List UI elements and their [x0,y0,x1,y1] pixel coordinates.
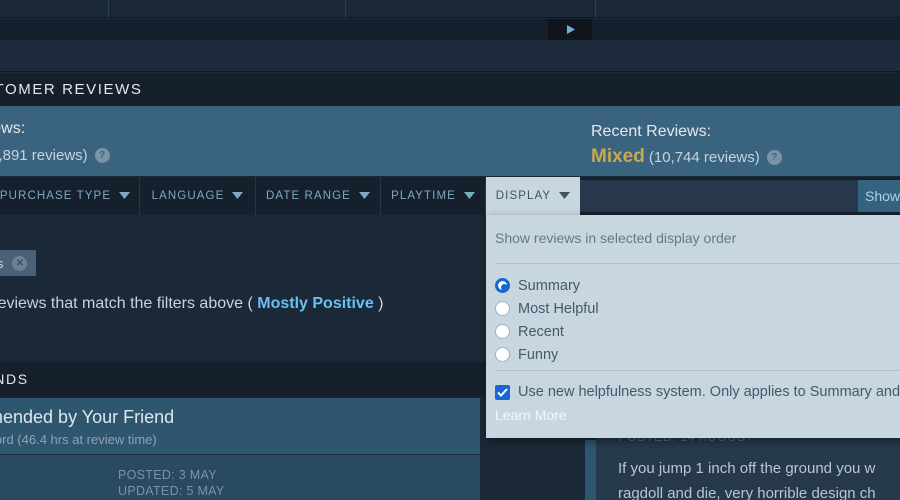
show-button-label: Show [865,188,900,204]
recent-reviews-value-row: Mixed (10,744 reviews)? [591,146,900,168]
friend-posted-date: POSTED: 3 MAY [118,468,217,482]
friend-review-card: commended by Your Friend n record (46.4 … [0,398,480,454]
recent-reviews-summary: Recent Reviews: Mixed (10,744 reviews)? [578,108,900,176]
radio-button-selected[interactable] [495,278,510,293]
tab-label: PURCHASE TYPE [0,190,112,202]
tab-label: DATE RANGE [266,190,351,202]
filter-tag-your-languages[interactable]: uages ✕ [0,250,37,276]
radio-label: Recent [518,323,564,340]
media-toolbar-row [0,19,900,40]
column-divider [595,0,596,18]
radio-option-recent[interactable]: Recent [495,320,599,343]
helpfulness-checkbox-label: Use new helpfulness system. Only applies… [518,384,900,400]
steam-reviews-page: CUSTOMER REVIEWS All Reviews: ive(660,89… [0,0,900,500]
review-card-edge [585,440,596,500]
friend-review-dates: POSTED: 3 MAY UPDATED: 5 MAY [118,467,225,499]
match-rating[interactable]: Mostly Positive [257,295,373,312]
all-reviews-label: All Reviews: [0,120,26,137]
review-body: If you jump 1 inch off the ground you w … [618,456,900,500]
all-reviews-summary: All Reviews: ive(660,891 reviews)? [0,118,110,166]
all-reviews-value-row: ive(660,891 reviews)? [0,144,110,166]
radio-button[interactable] [495,324,510,339]
recent-reviews-count: (10,744 reviews) [648,148,760,166]
match-count-line: 38 reviews that match the filters above … [0,295,384,313]
dropdown-caption: Show reviews in selected display order [495,230,737,246]
radio-option-summary[interactable]: Summary [495,274,599,297]
radio-button[interactable] [495,301,510,316]
radio-label: Funny [518,346,559,363]
review-body-line: ragdoll and die, very horrible design ch [618,485,876,500]
tab-label: DISPLAY [495,190,552,202]
radio-option-most-helpful[interactable]: Most Helpful [495,297,599,320]
tab-purchase-type[interactable]: PURCHASE TYPE [0,177,140,215]
tab-playtime[interactable]: PLAYTIME [381,177,486,215]
tab-label: LANGUAGE [151,190,225,202]
friends-section-title: FRIENDS [0,371,29,387]
question-mark-icon[interactable]: ? [766,149,782,165]
tab-label: PLAYTIME [391,190,456,202]
play-triangle-icon [564,23,577,36]
learn-more-link[interactable]: Learn More [495,407,567,423]
friend-updated-date: UPDATED: 5 MAY [118,484,225,498]
recent-reviews-rating[interactable]: Mixed [591,146,645,167]
review-body-line: If you jump 1 inch off the ground you w [618,460,876,477]
radio-option-funny[interactable]: Funny [495,343,599,366]
chevron-down-icon [232,190,244,202]
review-search-input[interactable] [580,180,900,212]
close-x-icon[interactable]: ✕ [12,255,28,271]
display-order-radio-group: Summary Most Helpful Recent Funny [495,274,599,366]
display-dropdown-panel: Show reviews in selected display order S… [486,215,900,438]
chevron-down-icon [119,190,131,202]
next-button[interactable] [548,19,592,40]
chevron-down-icon [358,190,370,202]
radio-label: Most Helpful [518,300,599,317]
friend-review-body: POSTED: 3 MAY UPDATED: 5 MAY [0,455,480,500]
column-divider [345,0,346,18]
tab-display[interactable]: DISPLAY [486,177,580,215]
friend-hours-played: n record (46.4 hrs at review time) [0,432,157,447]
section-title: CUSTOMER REVIEWS [0,81,143,98]
column-divider [108,0,109,18]
match-suffix: ) [373,295,384,312]
match-text: reviews that match the filters above ( [0,295,258,312]
radio-button[interactable] [495,347,510,362]
chevron-down-icon [463,190,475,202]
all-reviews-count: (660,891 reviews) [0,146,88,164]
filter-tag-label: uages [0,255,4,271]
radio-label: Summary [518,277,581,294]
tab-language[interactable]: LANGUAGE [140,177,256,215]
tab-date-range[interactable]: DATE RANGE [256,177,381,215]
media-strip-below [0,40,900,72]
chevron-down-icon [559,190,571,202]
customer-reviews-header: CUSTOMER REVIEWS [0,73,900,106]
checkmark-icon[interactable] [495,385,510,400]
recent-reviews-label: Recent Reviews: [591,123,712,140]
top-cutoff-strip [0,0,900,18]
active-filters-row: uages ✕ [0,250,480,280]
question-mark-icon[interactable]: ? [94,147,110,163]
helpfulness-system-checkbox-row[interactable]: Use new helpfulness system. Only applies… [495,383,900,402]
show-button[interactable]: Show [858,180,900,212]
friend-recommendation: commended by Your Friend [0,407,175,427]
divider [495,263,900,264]
divider [495,370,900,371]
